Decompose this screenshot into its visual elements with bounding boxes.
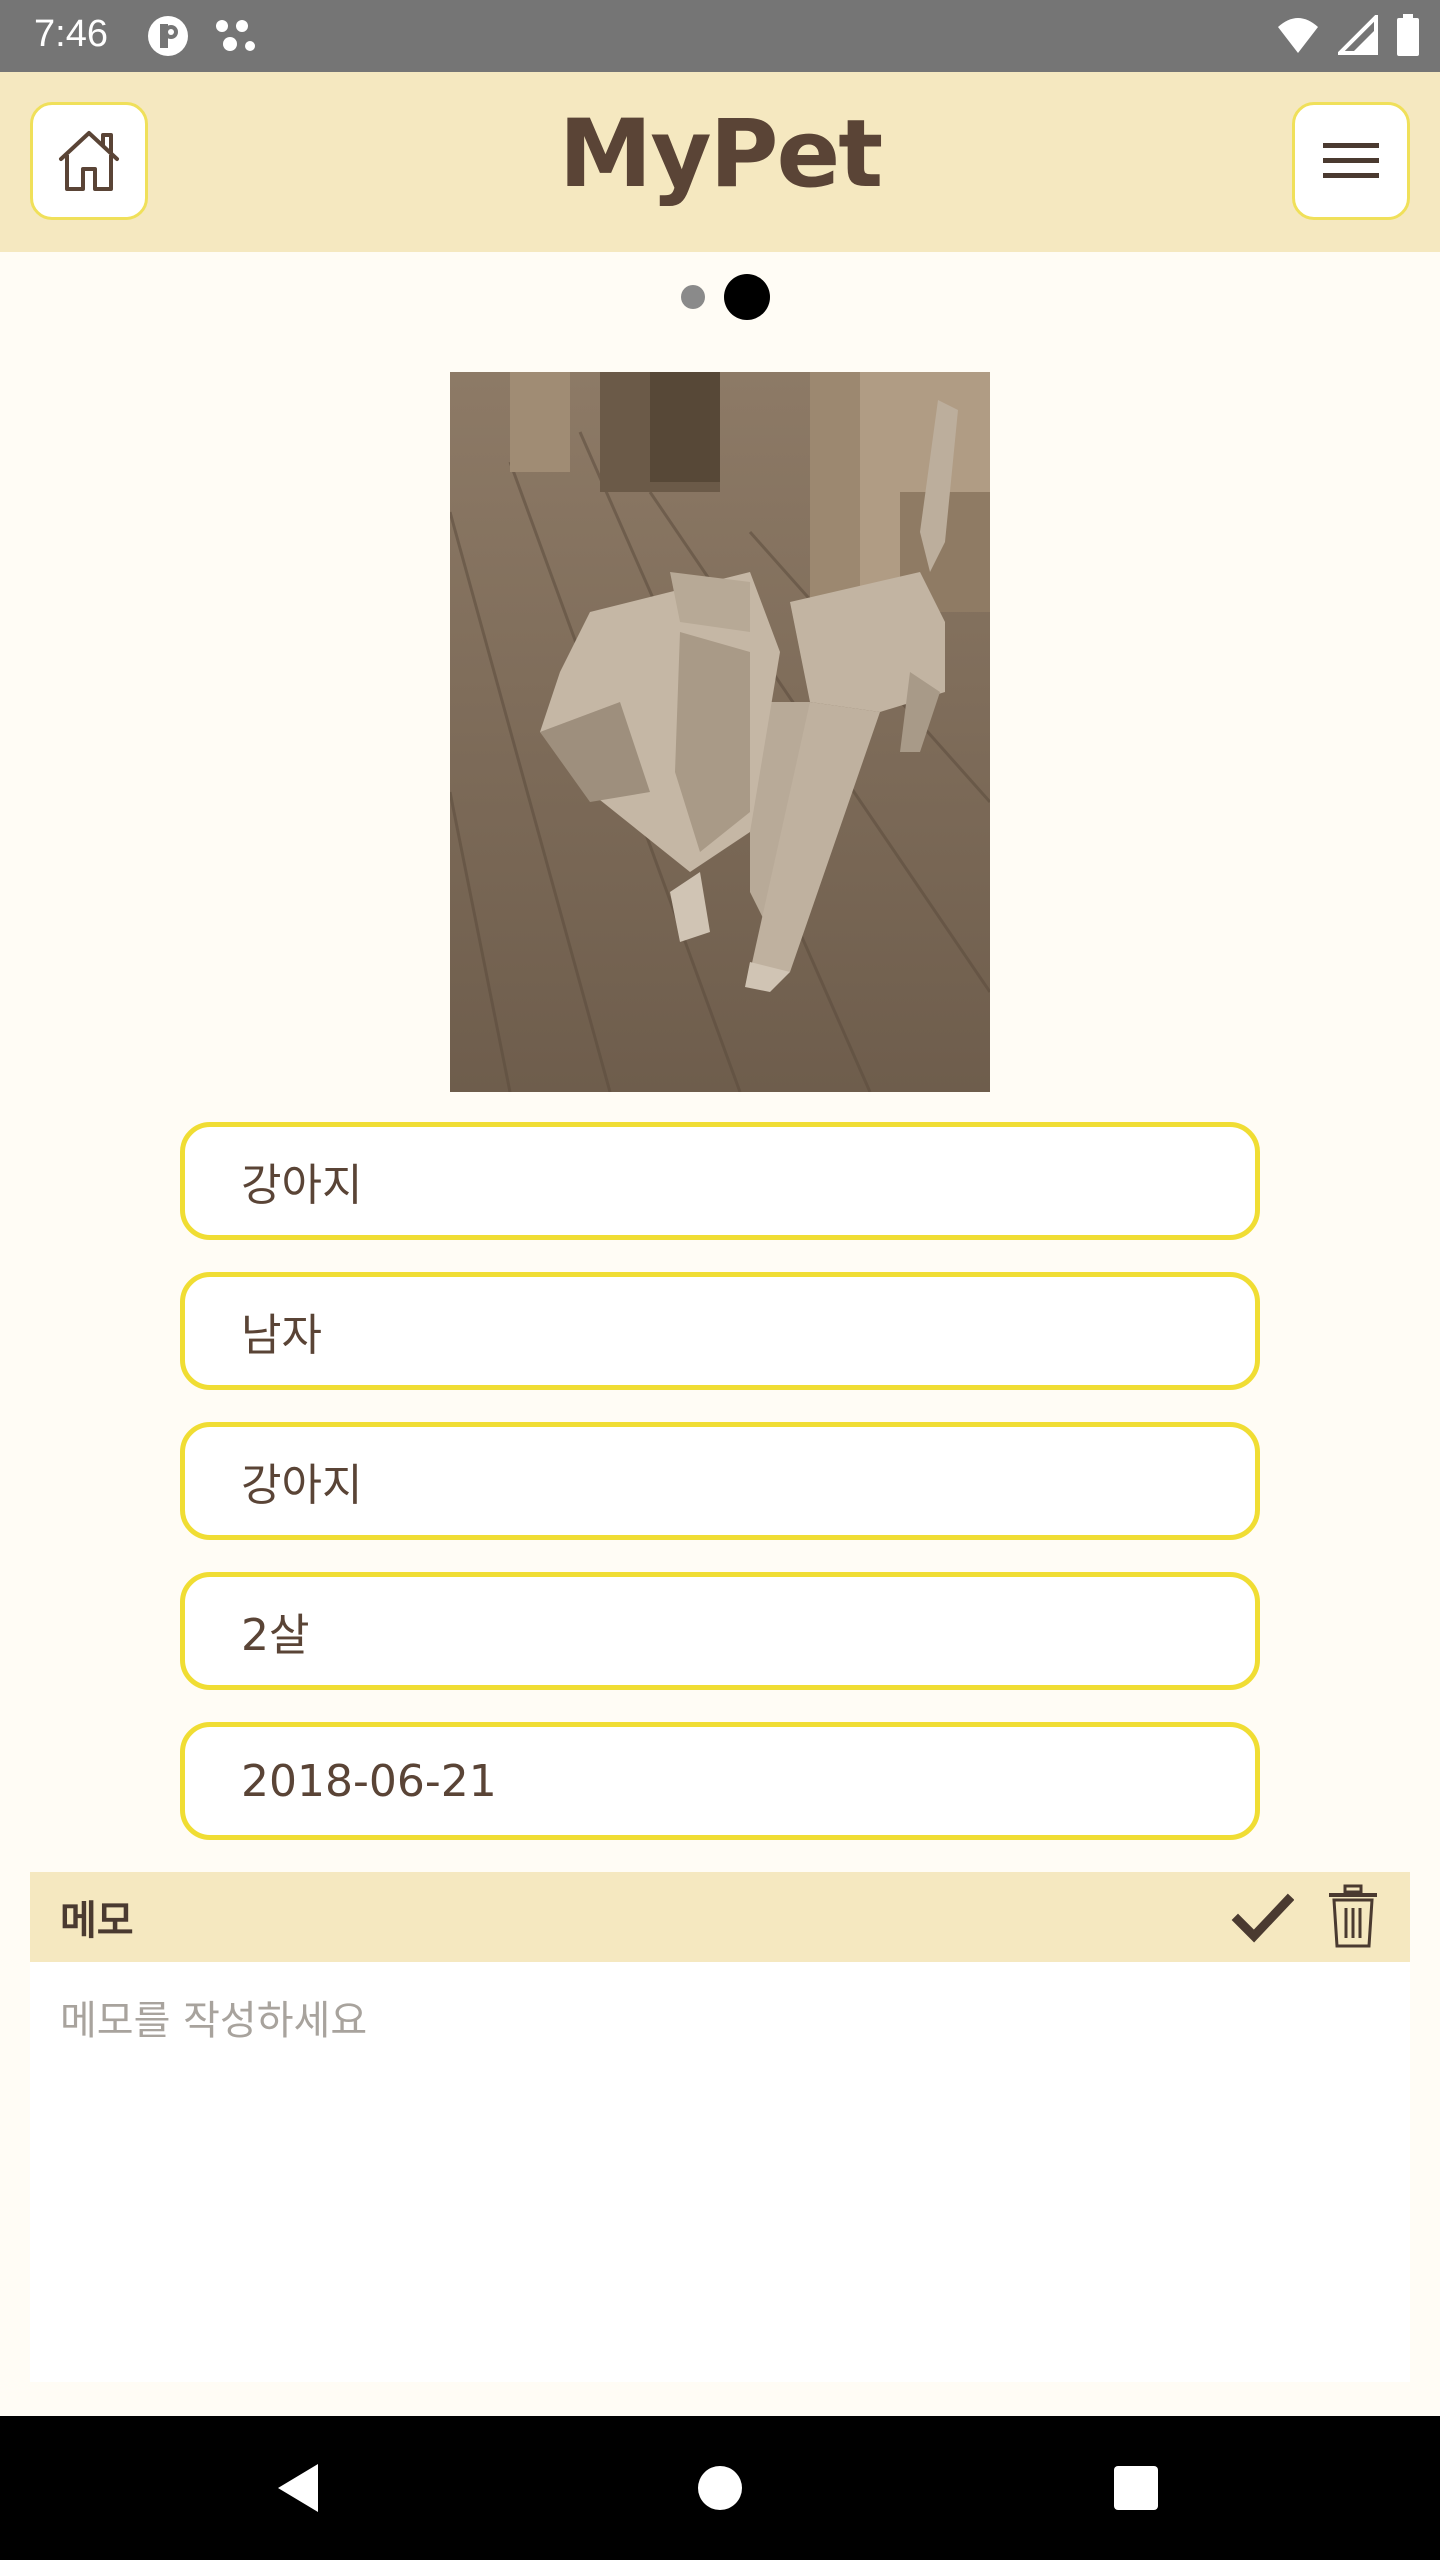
p-badge-icon xyxy=(146,14,190,62)
memo-label: 메모 xyxy=(60,1898,134,1944)
recents-square-icon xyxy=(1114,2466,1158,2510)
signal-icon xyxy=(1335,12,1378,59)
menu-button[interactable] xyxy=(1292,102,1410,220)
page-dot-1[interactable] xyxy=(681,285,705,309)
system-nav-bar xyxy=(0,2416,1440,2560)
pet-age-field[interactable]: 2살 xyxy=(180,1572,1260,1690)
app-title: MyPet xyxy=(558,100,883,209)
status-bar: 7:46 xyxy=(0,0,1440,72)
wifi-icon xyxy=(1276,15,1320,59)
pet-gender-field[interactable]: 남자 xyxy=(180,1272,1260,1390)
home-circle-icon xyxy=(698,2466,742,2510)
back-button[interactable] xyxy=(266,2456,330,2520)
delete-memo-button[interactable] xyxy=(1325,1882,1381,1952)
app-bar: MyPet xyxy=(0,72,1440,252)
trash-icon xyxy=(1329,1884,1377,1948)
pet-date-field[interactable]: 2018-06-21 xyxy=(180,1722,1260,1840)
dots-icon xyxy=(212,14,260,62)
memo-input[interactable] xyxy=(30,1962,1410,2382)
pet-photo[interactable] xyxy=(450,372,990,1092)
recents-button[interactable] xyxy=(1104,2456,1168,2520)
battery-icon xyxy=(1396,14,1420,60)
home-nav-button[interactable] xyxy=(688,2456,752,2520)
status-time: 7:46 xyxy=(34,13,108,55)
checkmark-icon xyxy=(1231,1893,1295,1943)
pet-type-field[interactable]: 강아지 xyxy=(180,1422,1260,1540)
back-icon xyxy=(278,2464,318,2512)
memo-area xyxy=(30,1962,1410,2382)
memo-header: 메모 xyxy=(30,1872,1410,1962)
page-indicator xyxy=(0,272,1440,322)
save-memo-button[interactable] xyxy=(1230,1886,1295,1950)
dog-photo xyxy=(450,372,990,1092)
page-dot-2-active[interactable] xyxy=(724,274,770,320)
pet-name-field[interactable]: 강아지 xyxy=(180,1122,1260,1240)
hamburger-menu-icon xyxy=(1323,143,1379,178)
